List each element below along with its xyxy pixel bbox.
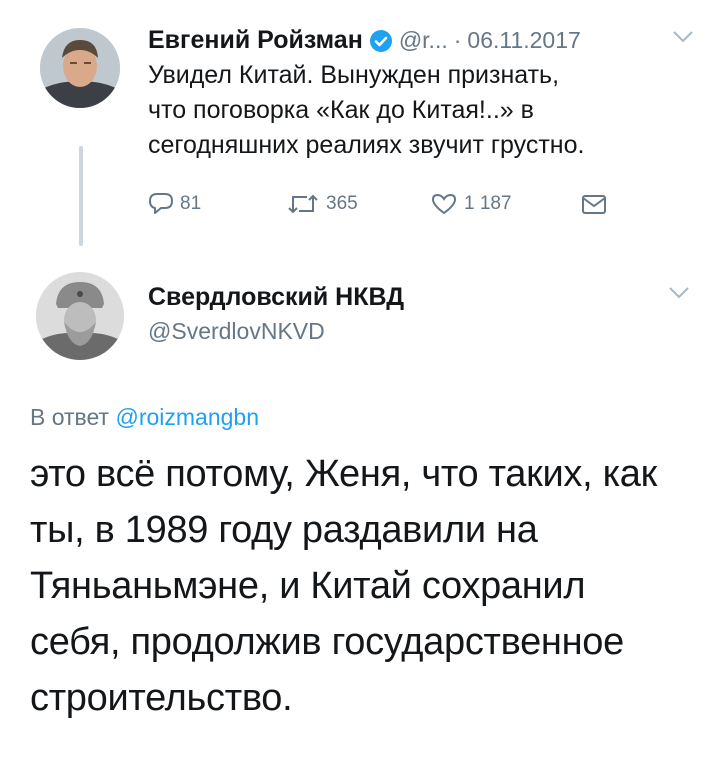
separator: · xyxy=(453,27,462,53)
reply-text-line: строительство. xyxy=(30,677,293,719)
retweet-count: 365 xyxy=(326,193,358,214)
chevron-down-icon[interactable] xyxy=(668,286,690,305)
reply-author-name[interactable]: Свердловский НКВД xyxy=(148,283,404,312)
reply-text: это всё потому, Женя, что таких, как ты,… xyxy=(30,446,710,726)
thread-line xyxy=(79,146,83,246)
retweet-action[interactable]: 365 xyxy=(286,192,358,216)
reply-text-line: это всё потому, Женя, что таких, как xyxy=(30,453,657,495)
tweet-text-line: сегодняшних реалиях звучит грустно. xyxy=(148,131,585,159)
reply-count: 81 xyxy=(180,193,202,214)
reply-header: Свердловский НКВД @SverdlovNKVD xyxy=(148,283,404,345)
author-name[interactable]: Евгений Ройзман xyxy=(148,26,363,55)
author-handle[interactable]: @r... xyxy=(399,27,448,54)
reply-icon xyxy=(148,192,180,216)
reply-text-line: себя, продолжив государственное xyxy=(30,621,624,663)
avatar-roizman[interactable] xyxy=(40,28,120,108)
reply-to-line: В ответ @roizmangbn xyxy=(30,404,259,431)
heart-icon xyxy=(430,192,464,216)
tweet-date[interactable]: 06.11.2017 xyxy=(467,27,580,54)
reply-author-handle[interactable]: @SverdlovNKVD xyxy=(148,318,404,345)
retweet-icon xyxy=(286,192,326,216)
avatar-sverdlovnkvd[interactable] xyxy=(36,272,124,360)
dm-action[interactable] xyxy=(580,192,614,216)
reply-action[interactable]: 81 xyxy=(148,192,201,216)
reply-to-prefix: В ответ xyxy=(30,404,110,430)
reply-text-line: Тяньаньмэне, и Китай сохранил xyxy=(30,565,586,607)
reply-to-link[interactable]: @roizmangbn xyxy=(115,404,259,430)
tweet-header: Евгений Ройзман @r... · 06.11.2017 xyxy=(148,26,581,55)
tweet-text-line: Увидел Китай. Вынужден признать, xyxy=(148,61,560,89)
verified-badge-icon xyxy=(369,29,393,53)
like-count: 1 187 xyxy=(464,193,512,214)
chevron-down-icon[interactable] xyxy=(672,30,694,49)
like-action[interactable]: 1 187 xyxy=(430,192,512,216)
tweet-text-line: что поговорка «Как до Китая!..» в xyxy=(148,96,534,124)
envelope-icon xyxy=(580,192,614,216)
tweet-text: Увидел Китай. Вынужден признать, что пог… xyxy=(148,58,708,163)
reply-text-line: ты, в 1989 году раздавили на xyxy=(30,509,538,551)
